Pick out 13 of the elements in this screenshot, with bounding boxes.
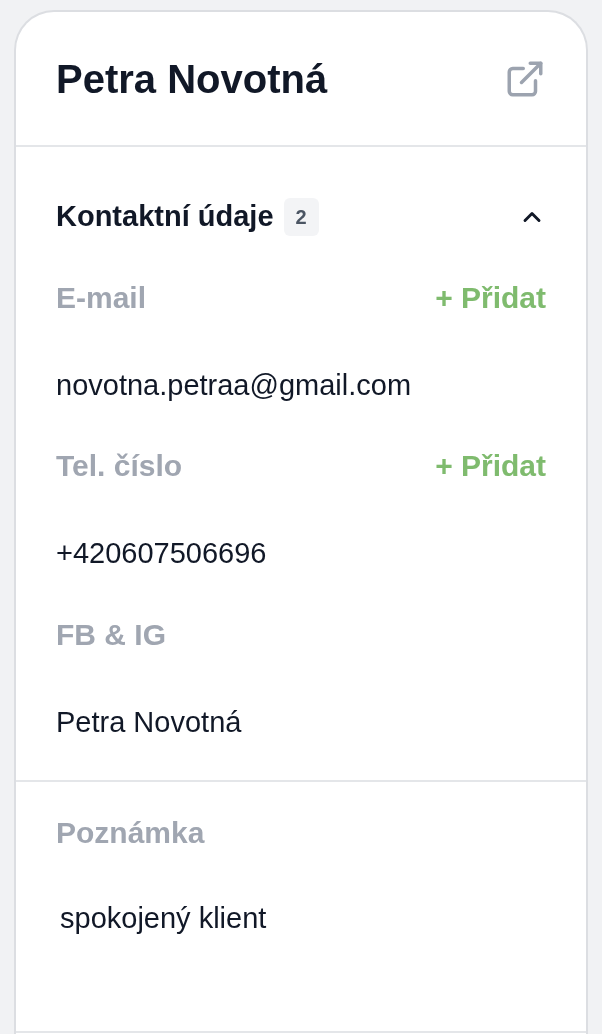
- note-label: Poznámka: [56, 815, 206, 851]
- add-button[interactable]: + Přidat: [435, 274, 546, 320]
- count-badge: 2: [283, 197, 319, 236]
- field-value: Petra Novotná: [56, 704, 243, 740]
- section-title: Kontaktní údaje: [56, 199, 274, 234]
- field-value: +420607506696: [56, 536, 268, 571]
- note-value: spokojený klient: [59, 901, 268, 936]
- field-label: Tel. číslo: [56, 448, 183, 484]
- field-label: E-mail: [56, 279, 147, 316]
- add-button[interactable]: + Přidat: [435, 443, 546, 488]
- field-value: novotna.petraa@gmail.com: [56, 367, 413, 403]
- contact-name: Petra Novotná: [56, 55, 328, 103]
- field-label: FB & IG: [56, 616, 166, 653]
